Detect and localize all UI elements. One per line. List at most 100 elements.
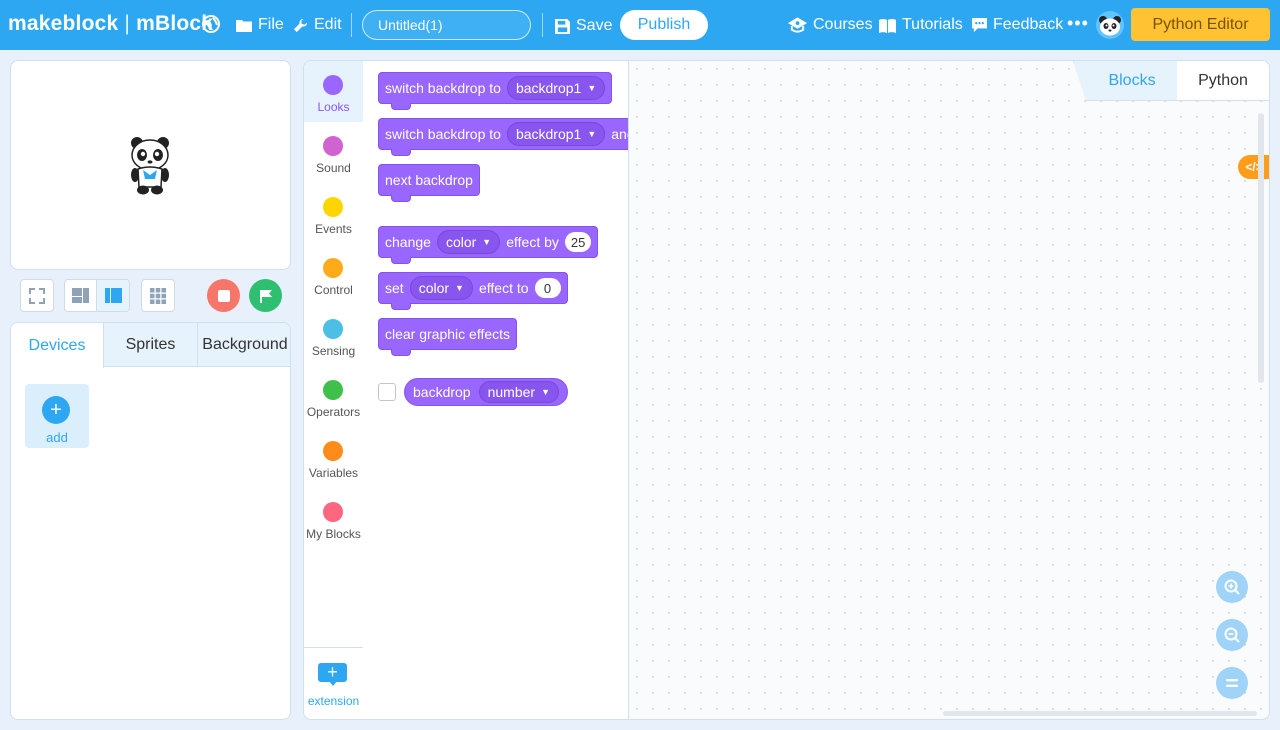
block-change-effect[interactable]: change color ▼ effect by 25 <box>378 226 599 264</box>
tab-python[interactable]: Python <box>1177 61 1269 101</box>
panda-sprite[interactable] <box>129 135 171 195</box>
stage[interactable] <box>10 60 291 270</box>
category-label: My Blocks <box>306 527 361 541</box>
dropdown-arrow-icon: ▼ <box>541 387 550 397</box>
large-stage-icon <box>104 288 122 303</box>
block-text: set <box>385 280 404 296</box>
code-view-toggle[interactable]: </> <box>1238 155 1269 179</box>
extension-icon-tail <box>329 681 337 686</box>
zoom-out-button[interactable] <box>1216 619 1248 651</box>
category-operators[interactable]: Operators <box>304 366 363 427</box>
extension-button[interactable]: + extension <box>304 647 363 719</box>
dropdown-value: color <box>418 280 450 296</box>
python-editor-button[interactable]: Python Editor <box>1131 8 1270 41</box>
edit-label: Edit <box>314 16 342 33</box>
code-workspace[interactable]: Blocks Python </> <box>629 60 1270 720</box>
block-categories: Looks Sound Events Control Sensing Opera… <box>303 60 363 720</box>
folder-icon <box>236 20 252 32</box>
more-menu-button[interactable]: ••• <box>1067 13 1089 34</box>
effect-dropdown[interactable]: color ▼ <box>436 230 501 254</box>
category-looks[interactable]: Looks <box>304 61 363 122</box>
backdrop-monitor-checkbox[interactable] <box>378 383 396 401</box>
effect-value-input[interactable]: 0 <box>534 278 561 298</box>
publish-button[interactable]: Publish <box>620 10 708 40</box>
vertical-scrollbar[interactable] <box>1258 113 1264 383</box>
tab-blocks[interactable]: Blocks <box>1073 61 1181 101</box>
dropdown-arrow-icon: ▼ <box>455 283 464 293</box>
category-dot <box>323 441 343 461</box>
backdrop-property-dropdown[interactable]: number ▼ <box>478 381 559 403</box>
feedback-link[interactable]: Feedback <box>972 14 1063 36</box>
dropdown-value: backdrop1 <box>515 80 582 96</box>
stage-size-toggle <box>64 279 130 312</box>
small-stage-button[interactable] <box>65 280 98 311</box>
dropdown-value: backdrop1 <box>515 126 582 142</box>
horizontal-scrollbar[interactable] <box>943 711 1257 716</box>
divider <box>351 13 352 37</box>
reporter-backdrop[interactable]: backdrop number ▼ <box>404 378 568 406</box>
block-set-effect[interactable]: set color ▼ effect to 0 <box>378 272 568 310</box>
save-button[interactable]: Save <box>555 15 612 37</box>
dropdown-arrow-icon: ▼ <box>587 83 597 93</box>
feedback-label: Feedback <box>993 16 1064 33</box>
publish-label: Publish <box>637 16 691 33</box>
category-label: Operators <box>306 405 361 419</box>
sprite-panel-tabs: Devices Sprites Background <box>11 323 290 368</box>
category-label: Sound <box>316 161 351 175</box>
block-text: and <box>611 126 628 142</box>
zoom-reset-button[interactable] <box>1216 667 1248 699</box>
large-stage-button[interactable] <box>97 280 129 311</box>
wrench-icon <box>293 18 308 32</box>
block-next-backdrop[interactable]: next backdrop <box>378 164 480 202</box>
fullscreen-button[interactable] <box>20 279 54 312</box>
tab-devices[interactable]: Devices <box>11 323 104 368</box>
edit-menu[interactable]: Edit <box>293 14 342 36</box>
category-events[interactable]: Events <box>304 183 363 244</box>
block-text: effect to <box>478 280 529 296</box>
python-editor-label: Python Editor <box>1152 15 1249 33</box>
block-switch-backdrop-and-wait[interactable]: switch backdrop to backdrop1 ▼ and <box>378 118 628 156</box>
tutorials-link[interactable]: Tutorials <box>879 14 963 36</box>
panda-avatar-icon[interactable] <box>1096 11 1124 39</box>
courses-label: Courses <box>813 16 873 33</box>
stop-icon <box>217 289 230 302</box>
block-switch-backdrop[interactable]: switch backdrop to backdrop1 ▼ <box>378 72 613 110</box>
tab-sprites[interactable]: Sprites <box>104 323 198 367</box>
grid-icon <box>150 287 166 304</box>
file-menu[interactable]: File <box>236 14 284 36</box>
add-device-button[interactable]: + add <box>25 384 89 448</box>
backdrop-dropdown[interactable]: backdrop1 ▼ <box>506 122 606 146</box>
globe-icon[interactable] <box>201 14 221 34</box>
grid-view-button[interactable] <box>141 279 175 312</box>
tutorials-label: Tutorials <box>902 16 963 33</box>
category-label: Looks <box>317 100 350 114</box>
category-dot <box>323 136 343 156</box>
stop-button[interactable] <box>207 279 240 312</box>
top-bar: makeblock | mBlock File Edit Save Publis… <box>0 0 1280 50</box>
tab-background[interactable]: Background <box>198 323 290 367</box>
category-sensing[interactable]: Sensing <box>304 305 363 366</box>
category-label: Control <box>314 283 353 297</box>
project-title-input[interactable] <box>362 10 531 40</box>
category-my-blocks[interactable]: My Blocks <box>304 488 363 549</box>
backdrop-dropdown[interactable]: backdrop1 ▼ <box>506 76 606 100</box>
dropdown-value: number <box>487 384 536 400</box>
block-text: switch backdrop to <box>385 126 501 142</box>
dropdown-arrow-icon: ▼ <box>587 129 597 139</box>
effect-amount-input[interactable]: 25 <box>564 232 592 252</box>
category-dot <box>323 380 343 400</box>
category-variables[interactable]: Variables <box>304 427 363 488</box>
courses-link[interactable]: Courses <box>788 14 873 36</box>
zoom-in-button[interactable] <box>1216 571 1248 603</box>
add-label: add <box>46 430 68 445</box>
plus-icon: + <box>42 396 70 424</box>
category-dot <box>323 319 343 339</box>
category-control[interactable]: Control <box>304 244 363 305</box>
block-palette: switch backdrop to backdrop1 ▼ switch ba… <box>363 60 629 720</box>
green-flag-button[interactable] <box>249 279 282 312</box>
category-sound[interactable]: Sound <box>304 122 363 183</box>
block-clear-graphic-effects[interactable]: clear graphic effects <box>378 318 518 356</box>
effect-dropdown[interactable]: color ▼ <box>409 276 473 300</box>
category-label: Variables <box>308 466 359 480</box>
block-text: next backdrop <box>385 172 473 188</box>
